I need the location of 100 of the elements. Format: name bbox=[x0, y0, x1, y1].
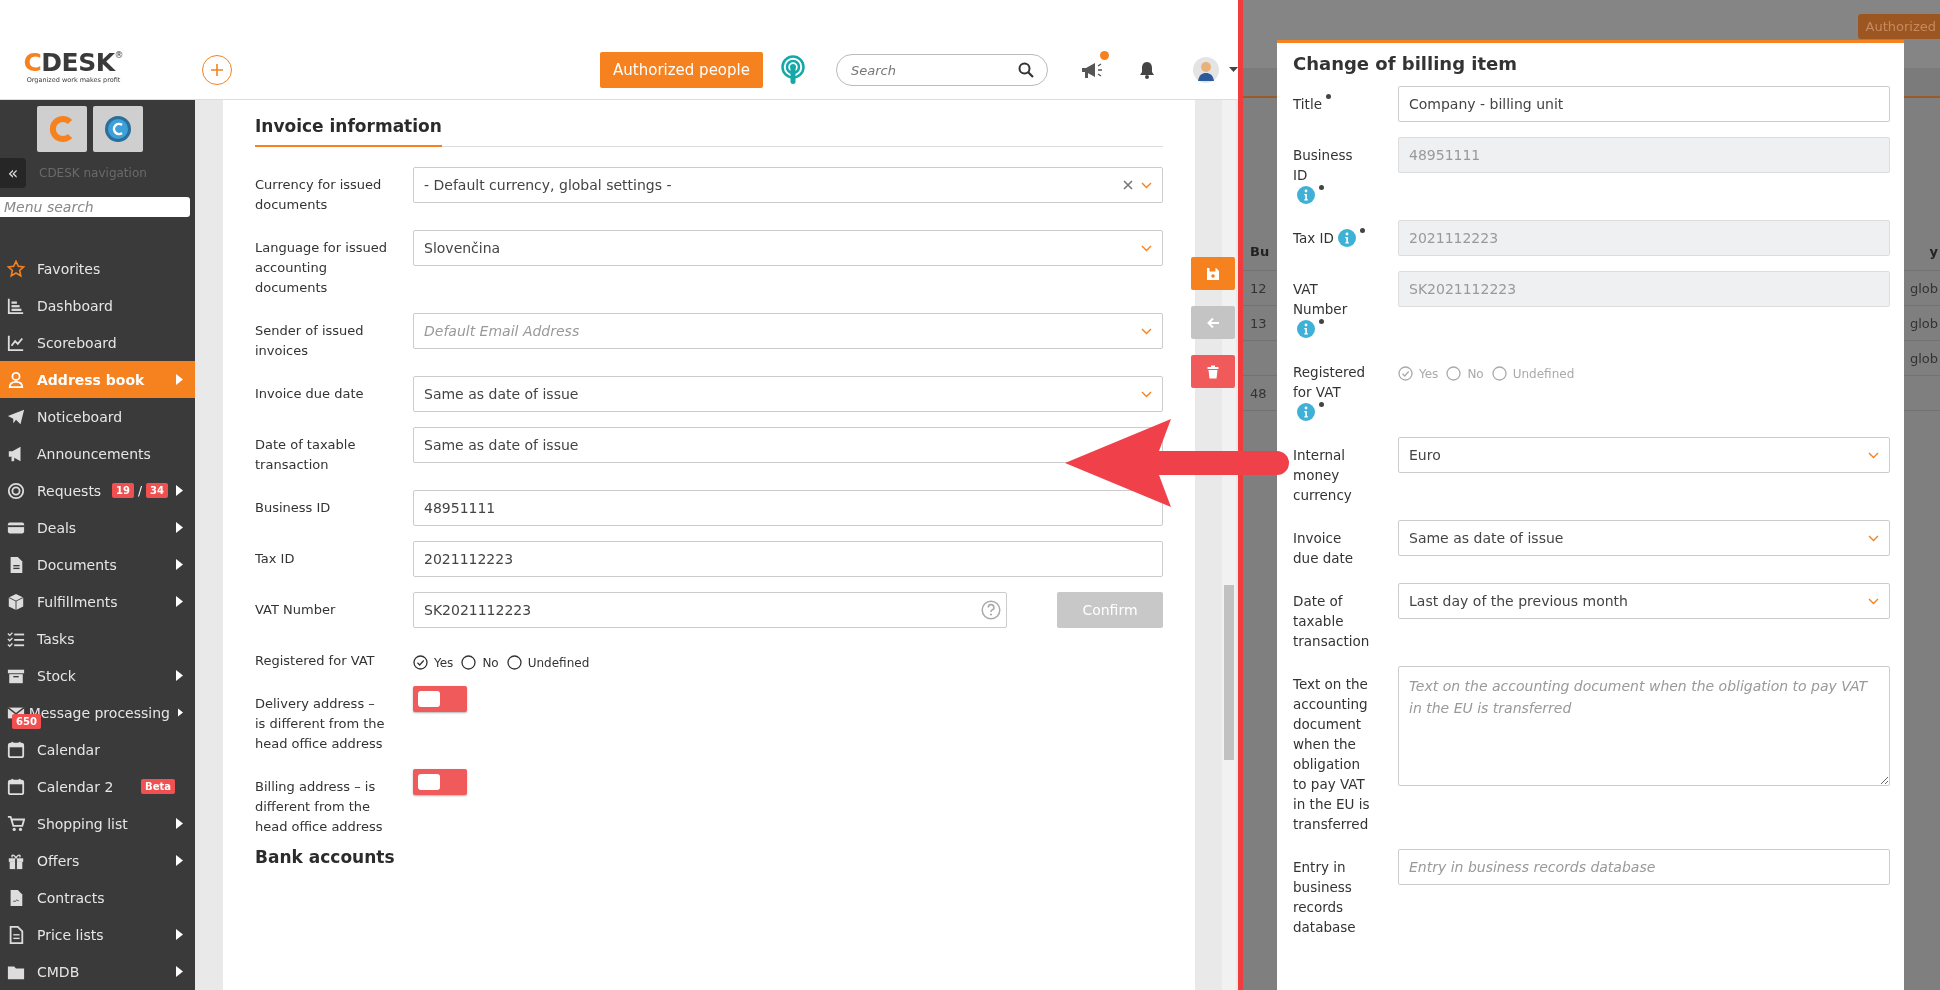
dialog-title: Change of billing item bbox=[1293, 52, 1519, 74]
sidebar-item[interactable]: Favorites bbox=[0, 250, 195, 287]
dropdown[interactable]: Same as date of issue bbox=[413, 427, 1163, 463]
megaphone-icon[interactable] bbox=[1081, 60, 1103, 80]
sidebar-item[interactable]: Fulfillments bbox=[0, 583, 195, 620]
table-cell: glob bbox=[1909, 280, 1938, 296]
sidebar-item[interactable]: Tasks bbox=[0, 620, 195, 657]
add-button[interactable] bbox=[202, 55, 232, 85]
field-label: Delivery address – is different from the head office address bbox=[255, 695, 386, 753]
section-title: Invoice information bbox=[255, 112, 442, 147]
sidebar-item[interactable]: Noticeboard bbox=[0, 398, 195, 435]
back-button[interactable] bbox=[1191, 306, 1235, 339]
sidebar-item[interactable]: Stock bbox=[0, 657, 195, 694]
field-label: Entry in business records database bbox=[1293, 858, 1357, 937]
radio-option[interactable]: No bbox=[461, 655, 499, 670]
dropdown[interactable]: Euro bbox=[1398, 437, 1890, 473]
search-field[interactable]: Search bbox=[836, 54, 1048, 86]
field-label: Invoice due date bbox=[255, 385, 365, 403]
dropdown[interactable]: Same as date of issue bbox=[413, 376, 1163, 412]
section-title: Bank accounts bbox=[255, 846, 395, 869]
sidebar-item[interactable]: Requests 19 / 34 bbox=[0, 472, 195, 509]
plus-icon bbox=[210, 63, 224, 77]
toggle-switch[interactable] bbox=[413, 686, 467, 712]
caret-icon[interactable] bbox=[1229, 67, 1238, 73]
field-label: VAT Number bbox=[1293, 280, 1349, 319]
delete-button[interactable] bbox=[1191, 355, 1235, 388]
app-button[interactable] bbox=[37, 106, 87, 152]
broadcast-icon[interactable] bbox=[780, 55, 806, 85]
chevron-down-icon bbox=[1141, 327, 1152, 335]
sidebar-item[interactable]: CMDB bbox=[0, 953, 195, 990]
app-button[interactable] bbox=[93, 106, 143, 152]
chevron-down-icon bbox=[1141, 390, 1152, 398]
separator-text: / bbox=[138, 483, 143, 498]
field-label: Sender of issued invoices bbox=[255, 322, 365, 360]
arrow-left-icon bbox=[1206, 315, 1220, 330]
text-field[interactable]: 2021112223 bbox=[413, 541, 1163, 577]
line-chart-icon bbox=[7, 333, 25, 352]
save-button[interactable] bbox=[1191, 257, 1235, 290]
radio-option[interactable]: Yes bbox=[413, 655, 454, 670]
sidebar-item[interactable]: Deals bbox=[0, 509, 195, 546]
sidebar-item[interactable]: Calendar 2 Beta bbox=[0, 768, 195, 805]
field-label: Text on the accounting document when the obligation to pay VAT in the EU is transferred bbox=[1293, 675, 1370, 834]
c-logo-icon bbox=[104, 115, 132, 143]
calendar-icon bbox=[7, 740, 25, 759]
sidebar-item[interactable]: Shopping list bbox=[0, 805, 195, 842]
sidebar-item[interactable]: Price lists bbox=[0, 916, 195, 953]
radio-option[interactable]: Undefined bbox=[506, 655, 590, 670]
dropdown[interactable]: Last day of the previous month bbox=[1398, 583, 1890, 619]
field-label: Internal money currency bbox=[1293, 446, 1353, 505]
text-field[interactable]: SK2021112223 bbox=[413, 592, 1007, 628]
dropdown[interactable]: - Default currency, global settings - bbox=[413, 167, 1163, 203]
help-icon bbox=[981, 600, 1001, 620]
sidebar-item[interactable]: Dashboard bbox=[0, 287, 195, 324]
field-label: Billing address – is different from the head office address bbox=[255, 778, 384, 836]
table-cell: glob bbox=[1909, 350, 1938, 366]
cart-icon bbox=[7, 814, 25, 833]
star-icon bbox=[7, 259, 25, 278]
field-label: Tax ID bbox=[255, 550, 296, 568]
bell-icon[interactable] bbox=[1139, 61, 1155, 79]
text-field[interactable]: Company - billing unit bbox=[1398, 86, 1890, 122]
field-label: Invoice due date bbox=[1293, 529, 1355, 568]
table-cell: glob bbox=[1909, 315, 1938, 331]
field-label: Registered for VAT bbox=[1293, 363, 1367, 402]
chevron-down-icon bbox=[1141, 244, 1152, 252]
text-field[interactable]: Entry in business records database bbox=[1398, 849, 1890, 885]
sidebar-item[interactable]: Scoreboard bbox=[0, 324, 195, 361]
count-badge: 34 bbox=[146, 483, 168, 498]
count-badge: 19 bbox=[112, 483, 135, 498]
text-area[interactable]: Text on the accounting document when the obligation to pay VAT in the EU is transferred bbox=[1398, 666, 1890, 786]
text-field[interactable]: 48951111 bbox=[413, 490, 1163, 526]
table-cell: 48 bbox=[1250, 385, 1267, 401]
sidebar-item[interactable]: Offers bbox=[0, 842, 195, 879]
trash-icon bbox=[1206, 364, 1220, 379]
column-header: y bbox=[1929, 243, 1938, 259]
sidebar-item[interactable]: Documents bbox=[0, 546, 195, 583]
dropdown[interactable]: Same as date of issue bbox=[1398, 520, 1890, 556]
field-label: Business ID bbox=[1293, 146, 1354, 185]
sidebar-item[interactable]: Calendar bbox=[0, 731, 195, 768]
field-label: Date of taxable transaction bbox=[1293, 592, 1370, 651]
collapse-button[interactable]: « bbox=[0, 158, 26, 188]
menu-search-field[interactable]: Menu search bbox=[0, 197, 190, 217]
dropdown[interactable]: Slovenčina bbox=[413, 230, 1163, 266]
field-label: Language for issued accounting documents bbox=[255, 239, 388, 297]
table-cell: 12 bbox=[1250, 280, 1267, 296]
field-label: Title bbox=[1293, 95, 1322, 114]
toggle-switch[interactable] bbox=[413, 769, 467, 795]
clear-icon[interactable] bbox=[1123, 180, 1133, 190]
sidebar-item[interactable]: Announcements bbox=[0, 435, 195, 472]
field-label: VAT Number bbox=[255, 601, 337, 619]
sidebar-item[interactable]: Contracts bbox=[0, 879, 195, 916]
avatar-icon[interactable] bbox=[1193, 57, 1219, 83]
search-icon bbox=[1018, 62, 1034, 78]
field-label: Date of taxable transaction bbox=[255, 436, 357, 474]
bar-chart-icon bbox=[7, 296, 25, 315]
document-icon bbox=[7, 925, 25, 944]
paper-plane-icon bbox=[7, 407, 25, 426]
target-icon bbox=[7, 481, 25, 500]
field-label: Registered for VAT bbox=[255, 652, 376, 670]
beta-tag: Beta bbox=[141, 779, 175, 794]
box-icon bbox=[7, 592, 25, 611]
